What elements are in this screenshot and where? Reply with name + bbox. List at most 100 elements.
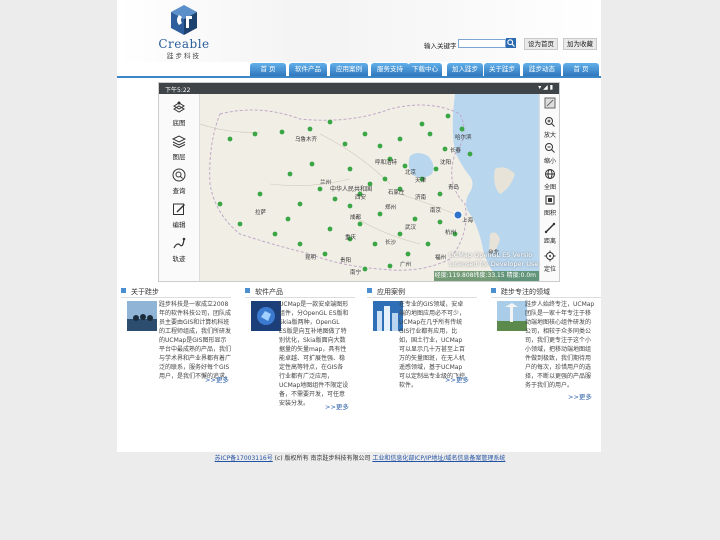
map-city-label: 福州 [435, 253, 446, 261]
full-extent-button[interactable]: 全图 [540, 168, 559, 191]
site-logo[interactable]: Creable 跬步科技 [157, 4, 211, 60]
map-marker [285, 216, 291, 222]
column-products: 软件产品 UCMap是一款安卓端图形组件，分OpenGL ES版和Skia版两种… [245, 285, 355, 411]
nav-item-home-2[interactable]: 首 页 [563, 63, 599, 76]
products-more-link[interactable]: >>更多 [325, 401, 349, 411]
map-marker [342, 141, 348, 147]
area-measure-button[interactable]: 图积 [540, 194, 559, 217]
map-marker [362, 131, 368, 137]
about-thumbnail-image [127, 301, 157, 331]
map-left-toolbar: 底图 图层 查询 编辑 轨迹 [159, 94, 200, 281]
tool-track: 轨迹 [165, 236, 193, 263]
nav-item-home[interactable]: 首 页 [250, 63, 286, 76]
map-city-label: 上海 [462, 216, 474, 224]
track-icon [173, 237, 186, 249]
map-city-label: 石家庄 [388, 188, 405, 196]
coordinate-readout: 经度:119.808纬度:33.15 精度:0.0m [434, 271, 539, 281]
section-bullet-icon [367, 288, 372, 293]
icp-link[interactable]: 苏ICP备17003116号 [215, 455, 273, 462]
map-city-label: 成都 [350, 213, 362, 221]
zoom-out-button[interactable]: 缩小 [540, 142, 559, 165]
map-city-label: 长沙 [385, 238, 397, 246]
add-favorite-button[interactable]: 加为收藏 [563, 38, 597, 50]
map-marker [397, 231, 403, 237]
zoom-in-button[interactable]: 放大 [540, 116, 559, 139]
map-marker [377, 143, 383, 149]
search-icon [507, 39, 515, 47]
map-marker [309, 161, 315, 167]
feature-columns: 关于跬步 跬步科技是一家成立2008年的软件科技公司，团队成员主要由GIS和计算… [117, 285, 601, 411]
map-marker [217, 201, 223, 207]
map-city-label: 哈尔滨 [455, 133, 472, 141]
map-city-label: 青岛 [448, 183, 460, 191]
map-city-label: 西安 [355, 193, 367, 201]
map-marker [425, 241, 431, 247]
map-marker [347, 203, 353, 209]
map-city-label: 昆明 [305, 254, 317, 261]
nav-item-products[interactable]: 软件产品 [289, 63, 327, 76]
set-homepage-button[interactable]: 设为首页 [524, 38, 558, 50]
search-label: 输入关键字 [424, 42, 457, 50]
area-icon [545, 195, 555, 205]
nav-item-join[interactable]: 加入跬步 [447, 63, 483, 76]
banner-screenshot: 下午5:22 ▾ ◢ ▮ 底图 图层 查询 编辑 轨迹 乌鲁木齐 哈尔滨 长春 … [158, 82, 560, 282]
map-city-label: 兰州 [320, 178, 331, 186]
map-city-label: 郑州 [385, 203, 396, 211]
map-marker [257, 191, 263, 197]
map-marker [437, 191, 443, 197]
map-marker [327, 119, 333, 125]
section-bullet-icon [491, 288, 496, 293]
map-marker [445, 113, 451, 119]
map-marker [412, 216, 418, 222]
map-marker [322, 251, 328, 257]
globe-icon [545, 169, 555, 179]
map-marker [427, 131, 433, 137]
map-city-label: 重庆 [345, 233, 357, 241]
miit-link[interactable]: 工业和信息化部ICP/IP地址/域名信息备案管理系统 [372, 455, 505, 462]
map-city-label: 济南 [415, 193, 427, 201]
logo-wordmark: Creable [158, 37, 210, 51]
tool-query: 查询 [165, 168, 193, 195]
map-marker [405, 251, 411, 257]
nav-item-news[interactable]: 跬步动态 [523, 63, 561, 76]
section-bullet-icon [245, 288, 250, 293]
distance-measure-button[interactable]: 距离 [540, 222, 559, 245]
column-focus: 跬步专注的领域 跬步人始终专注，UCMap团队是一家十年专注于移动端地图核心组件… [491, 285, 601, 407]
map-marker [327, 226, 333, 232]
map-marker [347, 166, 353, 172]
map-city-label: 中华人民共和国 [330, 185, 372, 193]
cases-more-link[interactable]: >>更多 [445, 374, 469, 384]
column-text: 跬步科技是一家成立2008年的软件科技公司，团队成员主要由GIS和计算机科班的工… [159, 301, 232, 380]
map-city-label: 杭州 [445, 228, 456, 236]
map-marker [419, 121, 425, 127]
nav-item-support[interactable]: 服务支持 [371, 63, 409, 76]
map-city-label: 拉萨 [255, 208, 267, 216]
nav-item-about[interactable]: 关于跬步 [484, 63, 520, 76]
focus-more-link[interactable]: >>更多 [568, 391, 592, 401]
map-marker [377, 211, 383, 217]
page-container: Creable 跬步科技 输入关键字 设为首页 加为收藏 首 页 软件产品 应用… [117, 0, 601, 452]
map-marker [307, 126, 313, 132]
map-city-label: 天津 [415, 177, 427, 184]
search-input[interactable] [458, 39, 506, 48]
map-city-label: 呼和浩特 [375, 158, 398, 166]
status-time: 下午5:22 [165, 87, 191, 94]
locate-button[interactable]: 定位 [540, 250, 559, 273]
map-marker [287, 171, 293, 177]
column-cases: 应用案例 在专业的GIS领域，安卓端的地图应用必不可少，UCMap在几乎所有传统… [367, 285, 477, 407]
layers-small-icon [544, 97, 556, 109]
device-status-bar: 下午5:22 ▾ ◢ ▮ [159, 83, 559, 94]
nav-item-cases[interactable]: 应用案例 [330, 63, 368, 76]
map-city-label: 南宁 [350, 268, 362, 276]
tool-layers: 图层 [165, 134, 193, 161]
search-button[interactable] [506, 38, 516, 48]
nav-item-downloads[interactable]: 下载中心 [408, 63, 442, 76]
map-watermark-license: Licensed for Developer Use [449, 260, 539, 268]
layer-toggle-button[interactable] [540, 97, 559, 111]
map-marker [279, 129, 285, 135]
map-city-label: 北京 [405, 168, 417, 176]
about-more-link[interactable]: >>更多 [205, 374, 229, 384]
copyright-text: (c) 版权所有 南京跬步科技有限公司 [274, 455, 371, 462]
column-title: 跬步专注的领域 [501, 288, 550, 296]
column-title: 关于跬步 [131, 288, 159, 296]
